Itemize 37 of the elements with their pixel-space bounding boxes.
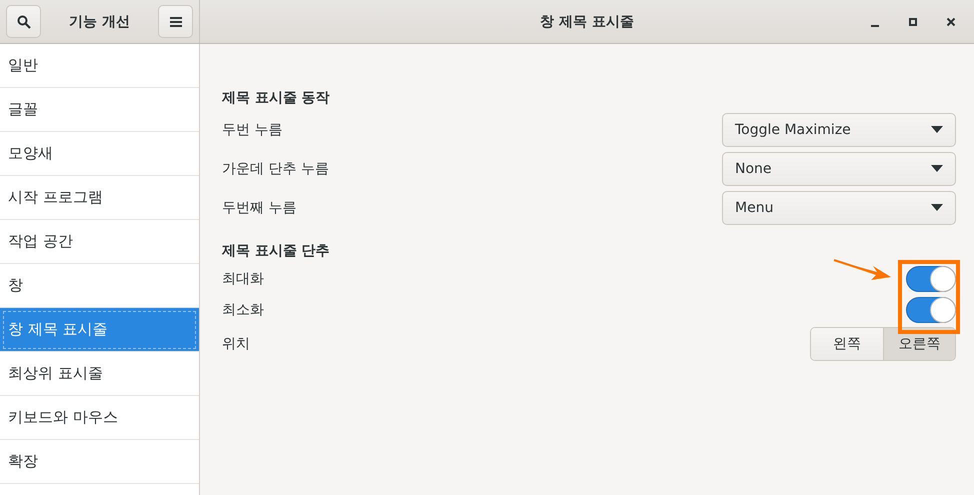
menu-button[interactable]	[158, 5, 193, 38]
setting-label: 가운데 단추 누름	[222, 160, 329, 178]
section-title: 제목 표시줄 단추	[222, 242, 331, 261]
dropdown[interactable]: Menu	[722, 190, 956, 224]
segment-button[interactable]: 오른쪽	[883, 328, 955, 360]
minimize-icon	[871, 24, 879, 26]
menu-icon	[170, 16, 182, 26]
setting-label: 위치	[222, 334, 250, 352]
search-button[interactable]	[6, 5, 41, 38]
arrow-annotation	[833, 258, 893, 282]
setting-label: 두번 누름	[222, 120, 282, 138]
dropdown[interactable]: Toggle Maximize	[722, 112, 956, 146]
close-icon	[946, 16, 956, 26]
setting-label: 최소화	[222, 300, 264, 318]
dropdown[interactable]: None	[722, 152, 956, 186]
sidebar-item[interactable]: 모양새	[0, 132, 199, 176]
setting-label: 두번째 누름	[222, 198, 296, 216]
toggle-switch[interactable]	[906, 266, 956, 292]
segment-button[interactable]: 왼쪽	[811, 328, 883, 360]
search-icon	[16, 14, 30, 28]
sidebar-item[interactable]: 일반	[0, 44, 199, 88]
sidebar-item[interactable]: 창 제목 표시줄	[0, 308, 199, 352]
caret-icon	[931, 126, 943, 133]
sidebar-item[interactable]: 시작 프로그램	[0, 176, 199, 220]
maximize-icon	[908, 16, 918, 26]
sidebar-item[interactable]: 키보드와 마우스	[0, 396, 199, 440]
sidebar-item[interactable]: 글꼴	[0, 88, 199, 132]
sidebar-item[interactable]: 확장	[0, 440, 199, 484]
setting-label: 최대화	[222, 270, 264, 288]
window-title: 창 제목 표시줄	[540, 12, 634, 30]
section-title: 제목 표시줄 동작	[222, 89, 331, 108]
caret-icon	[931, 165, 943, 172]
sidebar-item[interactable]: 작업 공간	[0, 220, 199, 264]
sidebar-title: 기능 개선	[69, 12, 130, 30]
sidebar-item[interactable]: 최상위 표시줄	[0, 352, 199, 396]
toggle-switch[interactable]	[906, 296, 956, 322]
caret-icon	[931, 204, 943, 211]
